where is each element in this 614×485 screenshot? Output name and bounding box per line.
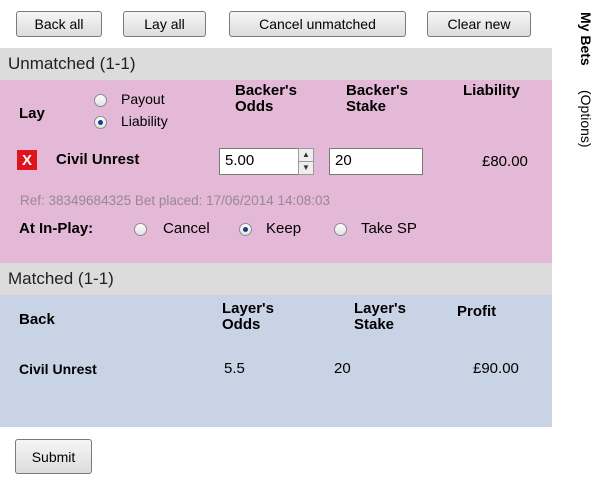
unmatched-section-header: Unmatched (1-1) xyxy=(0,48,552,80)
back-side-label: Back xyxy=(19,311,55,328)
liability-header: Liability xyxy=(463,82,520,99)
inplay-label: At In-Play: xyxy=(19,220,94,237)
back-all-button[interactable]: Back all xyxy=(16,11,102,37)
liability-value: £80.00 xyxy=(482,153,528,170)
sidebar: My Bets (Options) xyxy=(552,0,614,485)
odds-input[interactable]: 5.00 xyxy=(219,148,299,175)
inplay-takesp-label: Take SP xyxy=(361,220,417,237)
inplay-takesp-radio[interactable] xyxy=(334,223,347,236)
unmatched-title: Unmatched (1-1) xyxy=(8,54,136,73)
bet-reference: Ref: 38349684325 Bet placed: 17/06/2014 … xyxy=(20,193,331,208)
layers-odds-header: Layer's Odds xyxy=(222,300,274,333)
remove-bet-icon[interactable]: X xyxy=(17,150,37,170)
liability-label: Liability xyxy=(121,113,168,129)
inplay-keep-label: Keep xyxy=(266,220,302,237)
inplay-keep-radio[interactable] xyxy=(239,223,252,236)
lay-side-label: Lay xyxy=(19,105,45,122)
inplay-cancel-label: Cancel xyxy=(163,220,210,237)
lay-all-button[interactable]: Lay all xyxy=(123,11,206,37)
backers-odds-header: Backer's Odds xyxy=(235,82,297,115)
matched-title: Matched (1-1) xyxy=(8,269,114,288)
spinner-down-icon[interactable]: ▼ xyxy=(299,161,313,174)
my-bets-tab[interactable]: My Bets xyxy=(578,12,594,66)
stake-input[interactable]: 20 xyxy=(329,148,423,175)
clear-new-button[interactable]: Clear new xyxy=(427,11,531,37)
payout-label: Payout xyxy=(121,91,165,107)
matched-stake-value: 20 xyxy=(334,360,351,377)
cancel-unmatched-button[interactable]: Cancel unmatched xyxy=(229,11,406,37)
layers-stake-header: Layer's Stake xyxy=(354,300,406,333)
matched-section: Back Layer's Odds Layer's Stake Profit C… xyxy=(0,295,552,427)
bet-slip-panel: Back all Lay all Cancel unmatched Clear … xyxy=(0,0,552,485)
matched-section-header: Matched (1-1) xyxy=(0,263,552,295)
submit-button[interactable]: Submit xyxy=(15,439,92,474)
payout-radio[interactable] xyxy=(94,94,107,107)
inplay-cancel-radio[interactable] xyxy=(134,223,147,236)
unmatched-selection-name: Civil Unrest xyxy=(56,151,140,168)
matched-profit-value: £90.00 xyxy=(473,360,519,377)
profit-header: Profit xyxy=(457,303,497,320)
odds-spinner[interactable]: ▲ ▼ xyxy=(298,148,314,175)
matched-selection-name: Civil Unrest xyxy=(19,361,97,377)
liability-radio[interactable] xyxy=(94,116,107,129)
options-tab[interactable]: (Options) xyxy=(578,90,594,148)
matched-odds-value: 5.5 xyxy=(224,360,245,377)
toolbar: Back all Lay all Cancel unmatched Clear … xyxy=(0,0,552,46)
spinner-up-icon[interactable]: ▲ xyxy=(299,149,313,161)
backers-stake-header: Backer's Stake xyxy=(346,82,408,115)
